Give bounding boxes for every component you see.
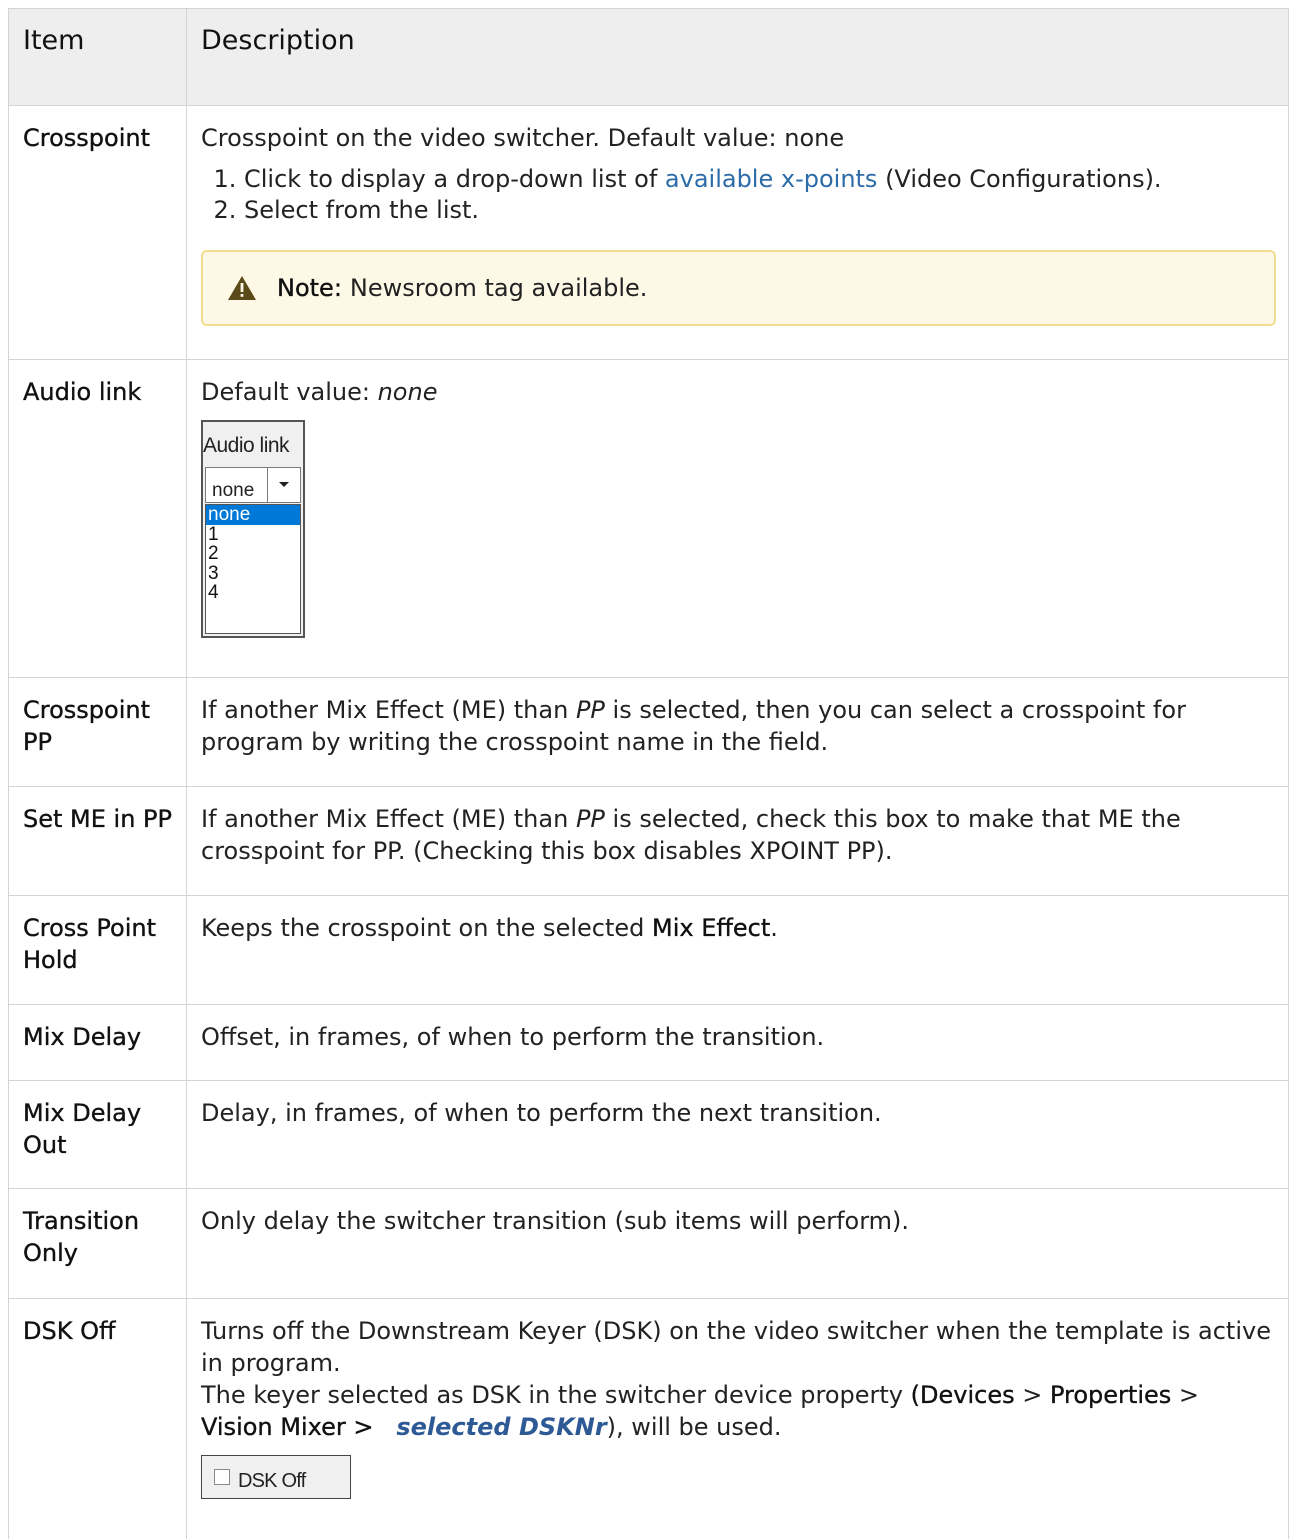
item-description: Default value: none Audio link none none… [186,359,1289,678]
item-description: Offset, in frames, of when to perform th… [186,1004,1289,1081]
item-description: Turns off the Downstream Keyer (DSK) on … [186,1298,1289,1539]
warning-icon [228,276,256,300]
list-item: Select from the list. [244,195,1274,226]
item-description: Delay, in frames, of when to perform the… [186,1080,1289,1189]
description-text: Crosspoint on the video switcher. Defaul… [201,124,845,152]
table-row: Mix Delay Out Delay, in frames, of when … [8,1080,1289,1189]
audio-link-options: none 1 2 3 4 [205,504,301,634]
item-description: If another Mix Effect (ME) than PP is se… [186,786,1289,896]
item-description: Keeps the crosspoint on the selected Mix… [186,895,1289,1005]
header-description: Description [186,8,1289,106]
table-row: DSK Off Turns off the Downstream Keyer (… [8,1298,1289,1539]
item-description: Only delay the switcher transition (sub … [186,1188,1289,1299]
item-name: Mix Delay Out [8,1080,187,1189]
table-row: Audio link Default value: none Audio lin… [8,359,1289,678]
table-row: Mix Delay Offset, in frames, of when to … [8,1004,1289,1081]
table-header-row: Item Description [8,8,1289,106]
option-4[interactable]: 4 [206,583,300,603]
chevron-down-icon [279,482,289,487]
dsk-off-checkbox[interactable] [214,1469,230,1485]
item-name: Set ME in PP [8,786,187,896]
table-row: Crosspoint PP If another Mix Effect (ME)… [8,677,1289,787]
list-item: Click to display a drop-down list of ava… [244,164,1274,195]
header-item: Item [8,8,187,106]
item-name: DSK Off [8,1298,187,1539]
note-label: Note: [277,274,342,302]
item-description: Crosspoint on the video switcher. Defaul… [186,105,1289,360]
table-row: Transition Only Only delay the switcher … [8,1188,1289,1299]
item-name: Audio link [8,359,187,678]
option-1[interactable]: 1 [206,524,300,545]
audio-link-screenshot: Audio link none none 1 2 3 4 [201,420,305,638]
table-row: Cross Point Hold Keeps the crosspoint on… [8,895,1289,1005]
dsk-off-screenshot: DSK Off [201,1455,351,1499]
dsk-off-label: DSK Off [238,1470,306,1492]
note-text: Newsroom tag available. [349,274,648,302]
steps-list: Click to display a drop-down list of ava… [201,164,1274,226]
available-xpoints-link[interactable]: available x-points [665,165,878,193]
dropdown-button[interactable] [267,468,300,502]
item-description: If another Mix Effect (ME) than PP is se… [186,677,1289,787]
table-row: Set ME in PP If another Mix Effect (ME) … [8,786,1289,896]
note-box: Note: Newsroom tag available. [201,250,1276,326]
option-none[interactable]: none [206,505,300,525]
audio-link-label: Audio link [203,434,290,457]
item-name: Crosspoint PP [8,677,187,787]
option-2[interactable]: 2 [206,544,300,564]
item-name: Crosspoint [8,105,187,360]
item-name: Transition Only [8,1188,187,1299]
item-name: Cross Point Hold [8,895,187,1005]
description-text: Default value: none [201,378,438,406]
option-3[interactable]: 3 [206,563,300,584]
properties-table: Item Description Crosspoint Crosspoint o… [8,8,1289,1539]
audio-link-select[interactable]: none [205,467,301,503]
table-row: Crosspoint Crosspoint on the video switc… [8,105,1289,360]
item-name: Mix Delay [8,1004,187,1081]
